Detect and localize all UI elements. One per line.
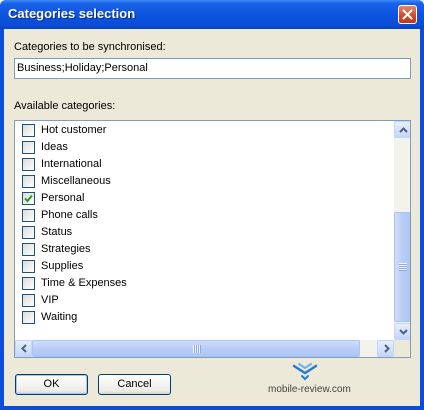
category-list: Hot customer Ideas International Miscellane…: [15, 123, 393, 327]
available-categories-list[interactable]: Hot customer Ideas International Miscellane…: [14, 120, 411, 358]
category-item[interactable]: Waiting: [15, 310, 393, 327]
scroll-up-button[interactable]: [394, 121, 410, 138]
category-item[interactable]: Miscellaneous: [15, 174, 393, 191]
scrollbar-corner: [394, 340, 410, 357]
ok-button[interactable]: OK: [15, 374, 88, 395]
horizontal-scrollbar[interactable]: [15, 340, 394, 357]
category-label: Ideas: [41, 141, 68, 153]
watermark: mobile-review.com: [256, 362, 366, 402]
category-item[interactable]: Time & Expenses: [15, 276, 393, 293]
chevron-left-icon: [21, 344, 27, 353]
category-item[interactable]: Strategies: [15, 242, 393, 259]
scroll-left-button[interactable]: [15, 340, 32, 357]
category-checkbox[interactable]: [22, 243, 35, 256]
close-icon: [402, 9, 413, 20]
category-item[interactable]: Phone calls: [15, 208, 393, 225]
vertical-scroll-thumb[interactable]: [394, 212, 410, 322]
sync-categories-field[interactable]: Business;Holiday;Personal: [14, 58, 411, 79]
category-item[interactable]: Status: [15, 225, 393, 242]
window-title: Categories selection: [8, 6, 136, 21]
category-label: Personal: [41, 192, 85, 204]
category-label: Waiting: [41, 311, 78, 323]
available-label: Available categories:: [14, 100, 116, 112]
category-checkbox[interactable]: [22, 294, 35, 307]
horizontal-scroll-thumb[interactable]: [32, 340, 360, 357]
sync-label: Categories to be synchronised:: [14, 41, 166, 53]
category-label: Strategies: [41, 243, 91, 255]
dialog-window: Categories selection Categories to be sy…: [0, 0, 424, 410]
category-label: Miscellaneous: [41, 175, 111, 187]
category-item[interactable]: Supplies: [15, 259, 393, 276]
check-icon: [24, 194, 33, 203]
category-checkbox[interactable]: [22, 311, 35, 324]
scroll-down-button[interactable]: [394, 323, 410, 340]
category-checkbox[interactable]: [22, 226, 35, 239]
category-checkbox[interactable]: [22, 277, 35, 290]
category-label: Time & Expenses: [41, 277, 127, 289]
category-checkbox[interactable]: [22, 192, 35, 205]
category-checkbox[interactable]: [22, 260, 35, 273]
category-checkbox[interactable]: [22, 175, 35, 188]
category-item[interactable]: Personal: [15, 191, 393, 208]
title-bar[interactable]: Categories selection: [0, 0, 424, 29]
category-item[interactable]: VIP: [15, 293, 393, 310]
cancel-button[interactable]: Cancel: [98, 374, 171, 395]
vertical-scrollbar[interactable]: [394, 121, 410, 340]
watermark-text: mobile-review.com: [268, 384, 351, 395]
chevron-down-icon: [399, 329, 408, 335]
scroll-right-button[interactable]: [377, 340, 394, 357]
chevron-right-icon: [384, 344, 390, 353]
category-label: Status: [41, 226, 73, 238]
category-label: International: [41, 158, 102, 170]
close-button[interactable]: [398, 5, 417, 24]
category-item[interactable]: Hot customer: [15, 123, 393, 140]
category-checkbox[interactable]: [22, 158, 35, 171]
dialog-body: Categories to be synchronised: Business;…: [4, 29, 420, 406]
category-label: Supplies: [41, 260, 84, 272]
category-checkbox[interactable]: [22, 124, 35, 137]
category-checkbox[interactable]: [22, 209, 35, 222]
category-label: Hot customer: [41, 124, 107, 136]
category-label: VIP: [41, 294, 59, 306]
category-checkbox[interactable]: [22, 141, 35, 154]
category-label: Phone calls: [41, 209, 98, 221]
watermark-logo-icon: [292, 363, 318, 381]
chevron-up-icon: [399, 127, 408, 133]
category-item[interactable]: International: [15, 157, 393, 174]
category-item[interactable]: Ideas: [15, 140, 393, 157]
